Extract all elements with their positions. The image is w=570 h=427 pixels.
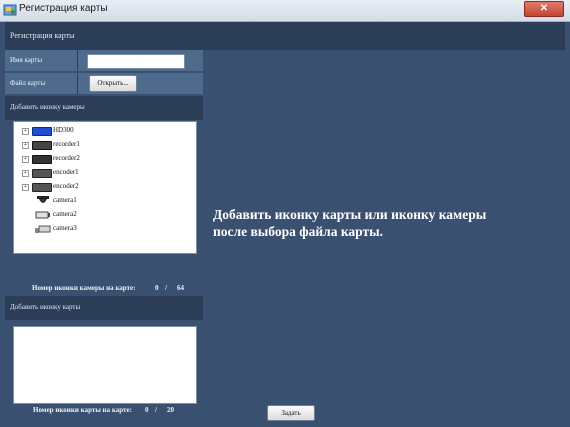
tree-item-label: camera3 (53, 224, 77, 232)
main-frame: Регистрация карты Имя карты Файл карты О… (5, 22, 565, 425)
main-message-line1: Добавить иконку карты или иконку камеры (213, 207, 487, 222)
row-divider (77, 73, 78, 94)
dome-camera-icon (37, 196, 49, 203)
tree-item-label: camera2 (53, 210, 77, 218)
tree-item-label: encoder1 (53, 168, 79, 176)
tree-item-camera1[interactable]: camera1 (22, 195, 182, 207)
expand-icon[interactable]: + (22, 156, 29, 163)
map-name-row: Имя карты (5, 50, 203, 71)
close-button[interactable]: ✕ (524, 1, 564, 17)
map-icon-list[interactable] (13, 326, 197, 404)
tree-item-label: HD300 (53, 126, 74, 134)
map-file-label: Файл карты (10, 79, 46, 87)
left-panel: Имя карты Файл карты Открыть... Добавить… (5, 50, 203, 420)
window-titlebar: Регистрация карты ✕ (0, 0, 570, 22)
main-message: Добавить иконку карты или иконку камеры … (213, 206, 558, 240)
expand-icon[interactable]: + (22, 184, 29, 191)
map-section-header: Добавить иконку карты (5, 296, 203, 320)
encoder-icon (32, 183, 52, 192)
camera-count-max: 64 (177, 284, 184, 292)
tree-item-label: recorder1 (53, 140, 80, 148)
map-count-max: 20 (167, 406, 174, 414)
expand-icon[interactable]: + (22, 142, 29, 149)
expand-icon[interactable]: + (22, 170, 29, 177)
recorder-icon (32, 155, 52, 164)
tree-item-label: camera1 (53, 196, 77, 204)
box-camera-icon (35, 211, 50, 219)
open-file-button[interactable]: Открыть... (89, 75, 137, 92)
tree-item-recorder1[interactable]: + recorder1 (22, 139, 182, 151)
tree-item-label: recorder2 (53, 154, 80, 162)
tree-item-recorder2[interactable]: + recorder2 (22, 153, 182, 165)
map-section-title: Добавить иконку карты (10, 303, 81, 311)
page-title: Регистрация карты (10, 31, 75, 40)
tree-item-camera3[interactable]: camera3 (22, 223, 182, 235)
camera-section-title: Добавить иконку камеры (10, 103, 85, 111)
camera-tree[interactable]: + HD300 + recorder1 + recorder2 + encode… (13, 121, 197, 254)
camera-count-label: Номер иконки камеры на карте: (32, 284, 136, 292)
camera-bracket-icon (35, 225, 51, 233)
header-band: Регистрация карты (5, 22, 565, 50)
camera-count-separator: / (165, 284, 167, 292)
tree-item-camera2[interactable]: camera2 (22, 209, 182, 221)
main-message-line2: после выбора файла карты. (213, 224, 384, 239)
tree-item-hd300[interactable]: + HD300 (22, 125, 182, 137)
device-blue-icon (32, 127, 52, 136)
tree-item-label: encoder2 (53, 182, 79, 190)
tree-item-encoder1[interactable]: + encoder1 (22, 167, 182, 179)
map-count-label: Номер иконки карты на карте: (33, 406, 132, 414)
map-name-input[interactable] (87, 54, 185, 69)
expand-icon[interactable]: + (22, 128, 29, 135)
row-divider (77, 50, 78, 71)
map-count-value: 0 (145, 406, 149, 414)
apply-button[interactable]: Задать (267, 405, 315, 421)
app-icon (3, 4, 17, 16)
window-title: Регистрация карты (19, 3, 108, 14)
recorder-icon (32, 141, 52, 150)
tree-item-encoder2[interactable]: + encoder2 (22, 181, 182, 193)
encoder-icon (32, 169, 52, 178)
map-name-label: Имя карты (10, 56, 43, 64)
map-file-row: Файл карты Открыть... (5, 73, 203, 94)
camera-section-header: Добавить иконку камеры (5, 96, 203, 120)
map-count-separator: / (155, 406, 157, 414)
camera-count-value: 0 (155, 284, 159, 292)
